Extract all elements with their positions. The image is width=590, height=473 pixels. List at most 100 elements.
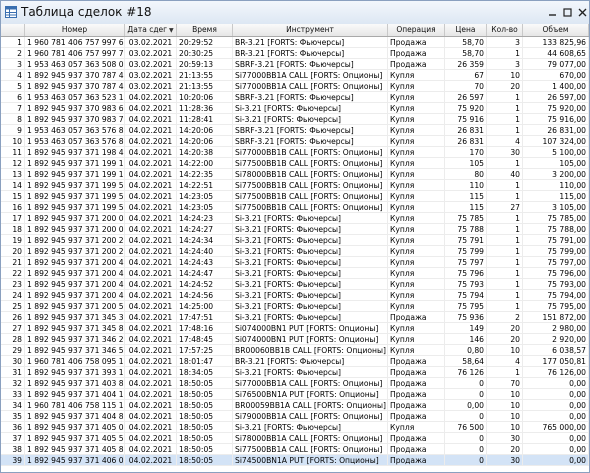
table-row[interactable]: 25 1 892 945 937 371 200 507 04.02.2021 14:…: [1, 301, 589, 312]
close-button[interactable]: [576, 6, 589, 18]
table-row[interactable]: 81 892 945 937 370 983 743 04.02.2021 11:2…: [1, 114, 589, 125]
table-row[interactable]: 21 960 781 406 757 997 773 03.02.2021 20:3…: [1, 48, 589, 59]
table-row[interactable]: 35 1 892 945 937 371 404 874 04.02.2021 18:…: [1, 411, 589, 422]
cell-instrument: Si74500BN1A PUT [FORTS: Опционы]: [233, 455, 388, 466]
cell-time: 18:50:05: [177, 444, 233, 455]
cell-date: 04.02.2021: [125, 290, 177, 301]
cell-volume: 2 980,00: [523, 323, 589, 334]
cell-volume: 1 400,00: [523, 81, 589, 92]
cell-num: 36: [1, 422, 25, 433]
table-row[interactable]: 13 1 892 945 937 371 199 115 04.02.2021 14:…: [1, 169, 589, 180]
cell-num: 13: [1, 169, 25, 180]
cell-instrument: Si-3.21 [FORTS: Фьючерсы]: [233, 268, 388, 279]
cell-num: 23: [1, 279, 25, 290]
cell-time: 14:24:56: [177, 290, 233, 301]
column-header-qty[interactable]: Кол-во: [487, 24, 523, 36]
column-header-time[interactable]: Время: [177, 24, 233, 36]
table-row[interactable]: 28 1 892 945 937 371 346 297 04.02.2021 17:…: [1, 334, 589, 345]
cell-instrument: Si-3.21 [FORTS: Фьючерсы]: [233, 114, 388, 125]
column-header-volume[interactable]: Объем: [523, 24, 589, 36]
cell-op: Продажа: [388, 433, 445, 444]
table-row[interactable]: 71 892 945 937 370 983 684 04.02.2021 11:2…: [1, 103, 589, 114]
table-row[interactable]: 11 1 892 945 937 371 198 440 04.02.2021 14:…: [1, 147, 589, 158]
table-row[interactable]: 24 1 892 945 937 371 200 480 04.02.2021 14:…: [1, 290, 589, 301]
cell-volume: 0,00: [523, 444, 589, 455]
cell-price: 76 500: [445, 422, 487, 433]
table-row[interactable]: 16 1 892 945 937 371 199 556 04.02.2021 14:…: [1, 202, 589, 213]
close-icon: [578, 8, 587, 16]
cell-time: 14:20:38: [177, 147, 233, 158]
cell-time: 18:50:05: [177, 411, 233, 422]
table-row[interactable]: 22 1 892 945 937 371 200 428 04.02.2021 14:…: [1, 268, 589, 279]
table-row[interactable]: 32 1 892 945 937 371 403 880 04.02.2021 18:…: [1, 378, 589, 389]
table-row[interactable]: 29 1 892 945 937 371 346 534 04.02.2021 17:…: [1, 345, 589, 356]
table-row[interactable]: 91 953 463 057 363 576 880 04.02.2021 14:2…: [1, 125, 589, 136]
table-row[interactable]: 11 960 781 406 757 997 697 03.02.2021 20:2…: [1, 37, 589, 48]
cell-price: 110: [445, 180, 487, 191]
table-row[interactable]: 41 892 945 937 370 787 438 03.02.2021 21:1…: [1, 70, 589, 81]
cell-price: 0: [445, 411, 487, 422]
table-row[interactable]: 26 1 892 945 937 371 345 379 04.02.2021 17:…: [1, 312, 589, 323]
cell-volume: 0,00: [523, 411, 589, 422]
table-row[interactable]: 51 892 945 937 370 787 439 03.02.2021 21:1…: [1, 81, 589, 92]
table-row[interactable]: 10 1 953 463 057 363 576 881 04.02.2021 14:…: [1, 136, 589, 147]
table-row[interactable]: 30 1 960 781 406 758 095 140 04.02.2021 18:…: [1, 356, 589, 367]
minimize-button[interactable]: [546, 6, 559, 18]
maximize-button[interactable]: [561, 6, 574, 18]
table-row[interactable]: 31 953 463 057 363 508 067 03.02.2021 20:5…: [1, 59, 589, 70]
table-row[interactable]: 21 1 892 945 937 371 200 402 04.02.2021 14:…: [1, 257, 589, 268]
cell-num: 9: [1, 125, 25, 136]
column-header-num[interactable]: [1, 24, 25, 36]
cell-volume: 75 795,00: [523, 301, 589, 312]
cell-number: 1 892 945 937 371 345 850: [27, 323, 125, 334]
cell-price: 67: [445, 70, 487, 81]
cell-qty: 1: [487, 246, 523, 257]
table-row[interactable]: 39 1 892 945 937 371 406 062 04.02.2021 18:…: [1, 455, 589, 466]
table-row[interactable]: 12 1 892 945 937 371 199 114 04.02.2021 14:…: [1, 158, 589, 169]
cell-number: 1 892 945 937 370 787 439: [27, 81, 125, 92]
cell-date: 04.02.2021: [125, 323, 177, 334]
table-row[interactable]: 38 1 892 945 937 371 405 821 04.02.2021 18:…: [1, 444, 589, 455]
table-row[interactable]: 27 1 892 945 937 371 345 850 04.02.2021 17:…: [1, 323, 589, 334]
table-row[interactable]: 34 1 960 781 406 758 115 165 04.02.2021 18:…: [1, 400, 589, 411]
column-header-op[interactable]: Операция: [388, 24, 445, 36]
column-header-number[interactable]: Номер: [25, 24, 125, 36]
cell-instrument: SBRF-3.21 [FORTS: Фьючерсы]: [233, 92, 388, 103]
cell-num: 37: [1, 433, 25, 444]
cell-number: 1 892 945 937 371 346 534: [27, 345, 125, 356]
cell-price: 149: [445, 323, 487, 334]
table-row[interactable]: 61 953 463 057 363 523 106 04.02.2021 10:2…: [1, 92, 589, 103]
cell-price: 75 785: [445, 213, 487, 224]
cell-qty: 20: [487, 444, 523, 455]
cell-op: Купля: [388, 147, 445, 158]
cell-price: 75 793: [445, 279, 487, 290]
cell-time: 14:24:27: [177, 224, 233, 235]
table-row[interactable]: 20 1 892 945 937 371 200 290 04.02.2021 14:…: [1, 246, 589, 257]
table-row[interactable]: 15 1 892 945 937 371 199 555 04.02.2021 14:…: [1, 191, 589, 202]
cell-num: 34: [1, 400, 25, 411]
column-header-instrument[interactable]: Инструмент: [233, 24, 388, 36]
table-row[interactable]: 36 1 892 945 937 371 405 068 04.02.2021 18:…: [1, 422, 589, 433]
cell-volume: 75 794,00: [523, 290, 589, 301]
cell-number: 1 953 463 057 363 508 067: [27, 59, 125, 70]
table-row[interactable]: 37 1 892 945 937 371 405 588 04.02.2021 18:…: [1, 433, 589, 444]
table-row[interactable]: 31 1 892 945 937 371 393 177 04.02.2021 18:…: [1, 367, 589, 378]
table-row[interactable]: 33 1 892 945 937 371 404 131 04.02.2021 18:…: [1, 389, 589, 400]
table-row[interactable]: 18 1 892 945 937 371 200 050 04.02.2021 14:…: [1, 224, 589, 235]
cell-op: Купля: [388, 279, 445, 290]
title-bar[interactable]: Таблица сделок #18: [1, 1, 589, 25]
table-row[interactable]: 14 1 892 945 937 371 199 520 04.02.2021 14:…: [1, 180, 589, 191]
cell-price: 80: [445, 169, 487, 180]
cell-qty: 70: [487, 378, 523, 389]
column-header-date[interactable]: Дата сдег ▼: [125, 24, 177, 36]
cell-volume: 0,00: [523, 389, 589, 400]
table-row[interactable]: 19 1 892 945 937 371 200 243 04.02.2021 14:…: [1, 235, 589, 246]
table-row[interactable]: 23 1 892 945 937 371 200 447 04.02.2021 14:…: [1, 279, 589, 290]
column-header-price[interactable]: Цена: [445, 24, 487, 36]
cell-instrument: Si074000BN1 PUT [FORTS: Опционы]: [233, 334, 388, 345]
cell-price: 75 794: [445, 290, 487, 301]
table-row[interactable]: 17 1 892 945 937 371 200 021 04.02.2021 14:…: [1, 213, 589, 224]
cell-op: Продажа: [388, 389, 445, 400]
cell-num: 5: [1, 81, 25, 92]
sort-descending-icon: ▼: [167, 27, 174, 34]
